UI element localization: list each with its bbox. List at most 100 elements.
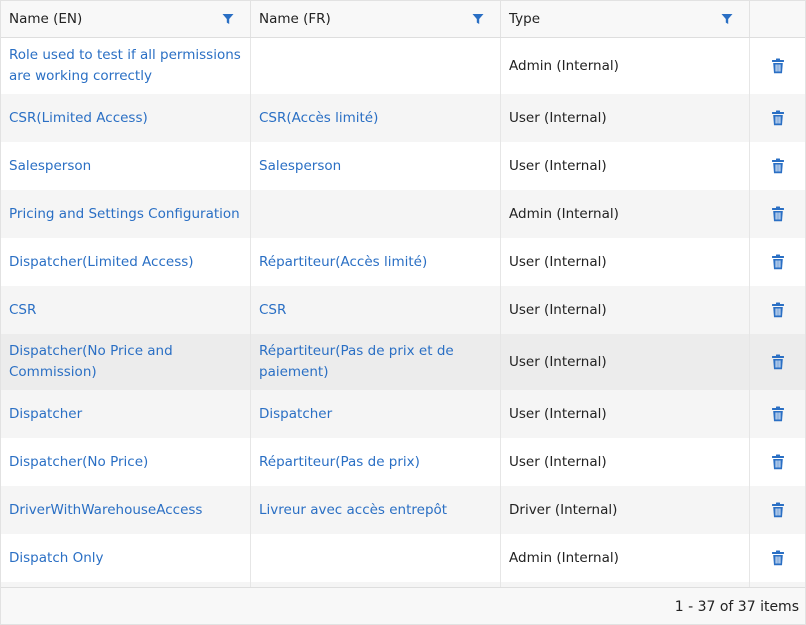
role-name-fr-link[interactable]: Répartiteur(Accès limité) (259, 252, 427, 273)
trash-icon[interactable] (771, 354, 785, 370)
cell-name-fr: Salesperson (251, 142, 501, 190)
table-row[interactable]: CSR CSR User (Internal) (1, 286, 805, 334)
cell-actions (750, 438, 805, 486)
cell-name-en: Dispatcher(Limited Access) (1, 238, 251, 286)
filter-icon[interactable] (222, 13, 234, 25)
cell-name-fr (251, 534, 501, 582)
header-type[interactable]: Type (501, 1, 750, 37)
role-name-en-link[interactable]: Pricing and Settings Configuration (9, 204, 240, 225)
trash-icon[interactable] (771, 110, 785, 126)
role-name-en-link[interactable]: Dispatcher(No Price and Commission) (9, 341, 242, 383)
cell-type: User (Internal) (501, 142, 750, 190)
cell-actions (750, 190, 805, 238)
grid-header: Name (EN) Name (FR) Type (1, 1, 805, 38)
cell-name-en: Role used to test if all permissions are… (1, 38, 251, 94)
cell-name-fr: CSR (251, 286, 501, 334)
table-row[interactable]: Dispatch Only Admin (Internal) (1, 534, 805, 582)
trash-icon[interactable] (771, 158, 785, 174)
cell-name-en: Dispatcher(No Price) (1, 438, 251, 486)
cell-type: User (Internal) (501, 94, 750, 142)
cell-name-en: Salesperson (1, 142, 251, 190)
cell-actions (750, 94, 805, 142)
role-type: User (Internal) (509, 353, 607, 370)
table-row[interactable]: Role used to test if all permissions are… (1, 38, 805, 94)
cell-name-fr: CSR(Accès limité) (251, 94, 501, 142)
cell-type: User (Internal) (501, 238, 750, 286)
role-name-en-link[interactable]: Dispatch Only (9, 548, 104, 569)
header-type-label: Type (509, 11, 541, 27)
filter-icon[interactable] (721, 13, 733, 25)
role-name-en-link[interactable]: Dispatcher(No Price) (9, 452, 148, 473)
cell-name-fr: Répartiteur(Accès limité) (251, 238, 501, 286)
role-type: Admin (Internal) (509, 549, 619, 566)
cell-name-fr (251, 190, 501, 238)
role-type: Admin (Internal) (509, 205, 619, 222)
trash-icon[interactable] (771, 254, 785, 270)
cell-type: Admin (Internal) (501, 190, 750, 238)
role-name-fr-link[interactable]: CSR (259, 300, 286, 321)
cell-name-en: CSR(Limited Access) (1, 94, 251, 142)
role-name-fr-link[interactable]: Dispatcher (259, 404, 332, 425)
role-name-en-link[interactable]: DriverWithWarehouseAccess (9, 500, 202, 521)
role-name-en-link[interactable]: Dispatcher (9, 404, 82, 425)
role-name-fr-link[interactable]: Livreur avec accès entrepôt (259, 500, 447, 521)
role-type: User (Internal) (509, 405, 607, 422)
trash-icon[interactable] (771, 406, 785, 422)
trash-icon[interactable] (771, 58, 785, 74)
cell-name-en: CSR (1, 286, 251, 334)
role-type: User (Internal) (509, 157, 607, 174)
header-actions (750, 1, 805, 37)
header-name-en[interactable]: Name (EN) (1, 1, 251, 37)
header-name-en-label: Name (EN) (9, 11, 83, 27)
header-name-fr-label: Name (FR) (259, 11, 331, 27)
role-type: User (Internal) (509, 453, 607, 470)
cell-actions (750, 534, 805, 582)
cell-type: Admin (Internal) (501, 38, 750, 94)
table-row[interactable]: Dispatcher(Limited Access) Répartiteur(Ac… (1, 238, 805, 286)
table-row[interactable]: Dispatcher(No Price and Commission) Répar… (1, 334, 805, 390)
filter-icon[interactable] (472, 13, 484, 25)
cell-name-fr: Répartiteur(Pas de prix) (251, 438, 501, 486)
cell-name-en: DriverWithWarehouseAccess (1, 486, 251, 534)
grid-body: Role used to test if all permissions are… (1, 38, 805, 587)
role-type: User (Internal) (509, 109, 607, 126)
cell-name-fr: Dispatcher (251, 390, 501, 438)
trash-icon[interactable] (771, 206, 785, 222)
table-row[interactable]: Pricing and Settings Configuration Admin … (1, 190, 805, 238)
cell-actions (750, 334, 805, 390)
cell-type: User (Internal) (501, 286, 750, 334)
table-row[interactable]: DriverWithWarehouseAccess Livreur avec ac… (1, 486, 805, 534)
pager-info: 1 - 37 of 37 items (674, 598, 799, 615)
role-name-fr-link[interactable]: Répartiteur(Pas de prix et de paiement) (259, 341, 492, 383)
cell-type: User (Internal) (501, 390, 750, 438)
role-name-fr-link[interactable]: Salesperson (259, 156, 341, 177)
cell-type: Driver (Internal) (501, 486, 750, 534)
cell-name-fr: Livreur avec accès entrepôt (251, 486, 501, 534)
role-type: User (Internal) (509, 301, 607, 318)
role-type: Driver (Internal) (509, 501, 618, 518)
table-row[interactable]: Dispatcher Dispatcher User (Internal) (1, 390, 805, 438)
table-row[interactable]: CSR(Limited Access) CSR(Accès limité) User… (1, 94, 805, 142)
header-name-fr[interactable]: Name (FR) (251, 1, 501, 37)
cell-name-en: Pricing and Settings Configuration (1, 190, 251, 238)
roles-grid: Name (EN) Name (FR) Type Role used to te… (0, 0, 806, 625)
trash-icon[interactable] (771, 454, 785, 470)
role-name-en-link[interactable]: Dispatcher(Limited Access) (9, 252, 194, 273)
trash-icon[interactable] (771, 550, 785, 566)
table-row[interactable]: Salesperson Salesperson User (Internal) (1, 142, 805, 190)
cell-name-en: Dispatch Only (1, 534, 251, 582)
cell-actions (750, 38, 805, 94)
role-name-fr-link[interactable]: Répartiteur(Pas de prix) (259, 452, 420, 473)
role-name-en-link[interactable]: CSR(Limited Access) (9, 108, 148, 129)
cell-type: User (Internal) (501, 438, 750, 486)
role-name-en-link[interactable]: Salesperson (9, 156, 91, 177)
table-row[interactable]: Dispatcher(No Price) Répartiteur(Pas de p… (1, 438, 805, 486)
cell-name-fr (251, 38, 501, 94)
role-name-en-link[interactable]: CSR (9, 300, 36, 321)
role-name-fr-link[interactable]: CSR(Accès limité) (259, 108, 378, 129)
trash-icon[interactable] (771, 502, 785, 518)
cell-name-en: Dispatcher(No Price and Commission) (1, 334, 251, 390)
trash-icon[interactable] (771, 302, 785, 318)
role-name-en-link[interactable]: Role used to test if all permissions are… (9, 45, 242, 87)
cell-actions (750, 486, 805, 534)
